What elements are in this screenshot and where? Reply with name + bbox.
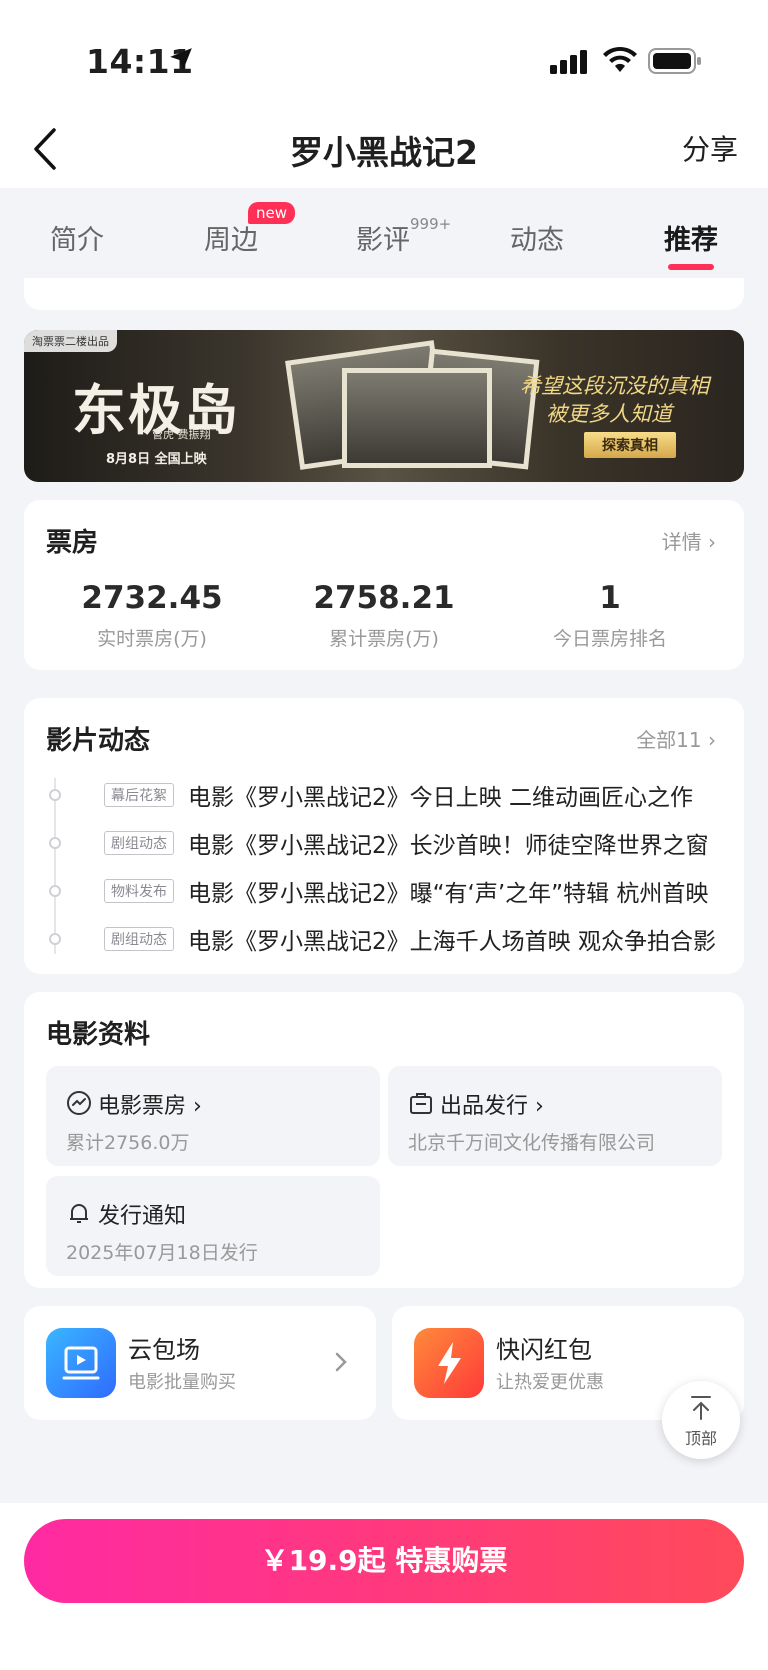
- news-text: 电影《罗小黑战记2》今日上映 二维动画匠心之作: [188, 785, 693, 811]
- active-tab-indicator: [668, 264, 714, 270]
- stat-value: 2758.21: [313, 580, 455, 616]
- tab-label: 简介: [50, 225, 104, 256]
- previous-card-edge: [24, 278, 744, 310]
- tab-bar: 简介 周边 new 影评999+ 动态 推荐: [0, 188, 768, 278]
- banner-release: 8月8日 全国上映: [106, 452, 207, 467]
- box-office-card: 票房 详情 › 2732.45 实时票房(万) 2758.21 累计票房(万) …: [24, 500, 744, 670]
- timeline-dot: [49, 933, 61, 945]
- wifi-icon: [603, 46, 637, 72]
- content-scroll[interactable]: 淘票票二楼出品 东极岛 管虎 费振翔 8月8日 全国上映 希望这段沉没的真相 被…: [0, 278, 768, 1503]
- tile-title-text: 出品发行: [440, 1094, 529, 1119]
- tile-distribution[interactable]: 出品发行 › 北京千万间文化传播有限公司: [388, 1066, 722, 1166]
- banner-explore-button[interactable]: 探索真相: [584, 432, 676, 458]
- stat-realtime: 2732.45 实时票房(万): [42, 580, 262, 651]
- tab-label: 推荐: [664, 225, 718, 256]
- promo-title: 云包场: [128, 1336, 200, 1364]
- chevron-right-icon: [335, 1352, 347, 1372]
- tab-merch[interactable]: 周边 new: [204, 202, 296, 257]
- news-text: 电影《罗小黑战记2》上海千人场首映 观众争拍合影: [188, 929, 716, 955]
- stat-rank: 1 今日票房排名: [500, 580, 720, 651]
- tile-subtitle: 2025年07月18日发行: [66, 1242, 258, 1264]
- nav-bar: 罗小黑战记2 分享: [0, 118, 768, 188]
- news-item[interactable]: 剧组动态 电影《罗小黑战记2》上海千人场首映 观众争拍合影: [46, 920, 726, 960]
- tile-box-office[interactable]: 电影票房 › 累计2756.0万: [46, 1066, 380, 1166]
- bell-icon: [70, 1204, 88, 1223]
- tile-title: 发行通知: [98, 1204, 187, 1229]
- tile-release-notice[interactable]: 发行通知 2025年07月18日发行: [46, 1176, 380, 1276]
- movie-info-card: 电影资料 电影票房 › 累计2756.0万 出品发行 › 北京千万间文化传播有限…: [24, 992, 744, 1288]
- promo-subtitle: 电影批量购买: [128, 1372, 236, 1393]
- briefcase-icon: [410, 1093, 432, 1114]
- review-count: 999+: [410, 215, 452, 233]
- movie-news-card: 影片动态 全部11 › 幕后花絮 电影《罗小黑战记2》今日上映 二维动画匠心之作…: [24, 698, 744, 974]
- promo-subtitle: 让热爱更优惠: [496, 1372, 604, 1393]
- timeline-dot: [49, 789, 61, 801]
- banner-slogan-line1: 希望这段沉没的真相: [520, 374, 709, 398]
- tab-label: 动态: [510, 225, 564, 256]
- tab-intro[interactable]: 简介: [50, 218, 104, 257]
- all-label: 全部11: [636, 728, 702, 752]
- promo-cloud-booking[interactable]: 云包场 电影批量购买: [24, 1306, 376, 1420]
- stat-value: 2732.45: [81, 580, 223, 616]
- tile-title: 出品发行 ›: [440, 1088, 544, 1120]
- banner-credits: 管虎 费振翔: [152, 428, 211, 441]
- cellular-signal-icon: [550, 50, 587, 74]
- details-label: 详情: [661, 530, 702, 554]
- banner-slogan-line2: 被更多人知道: [546, 402, 672, 426]
- back-to-top-label: 顶部: [684, 1429, 717, 1448]
- stat-label: 实时票房(万): [97, 628, 207, 650]
- location-arrow-icon: [170, 48, 192, 70]
- news-tag: 剧组动态: [104, 831, 174, 855]
- tile-subtitle: 北京千万间文化传播有限公司: [408, 1132, 656, 1154]
- tile-title: 电影票房 ›: [98, 1088, 202, 1120]
- cinema-icon: [46, 1328, 116, 1398]
- news-tag: 幕后花絮: [104, 783, 174, 807]
- chevron-right-icon: ›: [708, 530, 716, 554]
- tab-label: 周边: [204, 225, 258, 256]
- info-title: 电影资料: [46, 1020, 151, 1050]
- stat-cumulative: 2758.21 累计票房(万): [274, 580, 494, 651]
- page-title: 罗小黑战记2: [290, 133, 478, 172]
- promo-banner[interactable]: 淘票票二楼出品 东极岛 管虎 费振翔 8月8日 全国上映 希望这段沉没的真相 被…: [24, 330, 744, 482]
- share-button[interactable]: 分享: [682, 128, 738, 168]
- tile-subtitle: 累计2756.0万: [66, 1132, 190, 1154]
- box-office-title: 票房: [46, 528, 99, 558]
- stat-value: 1: [599, 580, 621, 616]
- news-item[interactable]: 物料发布 电影《罗小黑战记2》曝“有‘声’之年”特辑 杭州首映: [46, 872, 726, 912]
- tab-reviews[interactable]: 影评999+: [356, 215, 452, 257]
- stat-label: 今日票房排名: [552, 628, 667, 650]
- tile-title-text: 电影票房: [98, 1094, 187, 1119]
- chevron-right-icon: ›: [708, 728, 716, 752]
- stat-label: 累计票房(万): [329, 628, 439, 650]
- banner-tag: 淘票票二楼出品: [24, 330, 117, 352]
- battery-icon: [648, 48, 701, 74]
- news-text: 电影《罗小黑战记2》曝“有‘声’之年”特辑 杭州首映: [188, 881, 709, 907]
- timeline-dot: [49, 885, 61, 897]
- trend-icon: [67, 1091, 91, 1115]
- news-item[interactable]: 幕后花絮 电影《罗小黑战记2》今日上映 二维动画匠心之作: [46, 776, 726, 816]
- status-bar: 14:11: [0, 0, 768, 118]
- news-tag: 剧组动态: [104, 927, 174, 951]
- tab-updates[interactable]: 动态: [510, 218, 564, 257]
- tab-recommend[interactable]: 推荐: [664, 218, 718, 257]
- promo-title: 快闪红包: [496, 1336, 592, 1364]
- bottom-bar: ￥19.9起 特惠购票: [0, 1503, 768, 1670]
- chevron-right-icon: ›: [193, 1094, 202, 1119]
- buy-ticket-button[interactable]: ￥19.9起 特惠购票: [24, 1519, 744, 1603]
- banner-photo: [342, 368, 492, 468]
- news-title: 影片动态: [46, 726, 151, 756]
- chevron-right-icon: ›: [535, 1094, 544, 1119]
- back-to-top-button[interactable]: 顶部: [662, 1381, 740, 1459]
- tab-label: 影评: [356, 225, 410, 256]
- box-office-details-link[interactable]: 详情 ›: [662, 526, 716, 555]
- news-text: 电影《罗小黑战记2》长沙首映！师徒空降世界之窗: [188, 833, 709, 859]
- lightning-icon: [414, 1328, 484, 1398]
- timeline-dot: [49, 837, 61, 849]
- new-badge: new: [248, 202, 296, 224]
- news-tag: 物料发布: [104, 879, 174, 903]
- news-item[interactable]: 剧组动态 电影《罗小黑战记2》长沙首映！师徒空降世界之窗: [46, 824, 726, 864]
- news-all-link[interactable]: 全部11 ›: [636, 724, 716, 753]
- arrow-up-icon: [691, 1396, 711, 1420]
